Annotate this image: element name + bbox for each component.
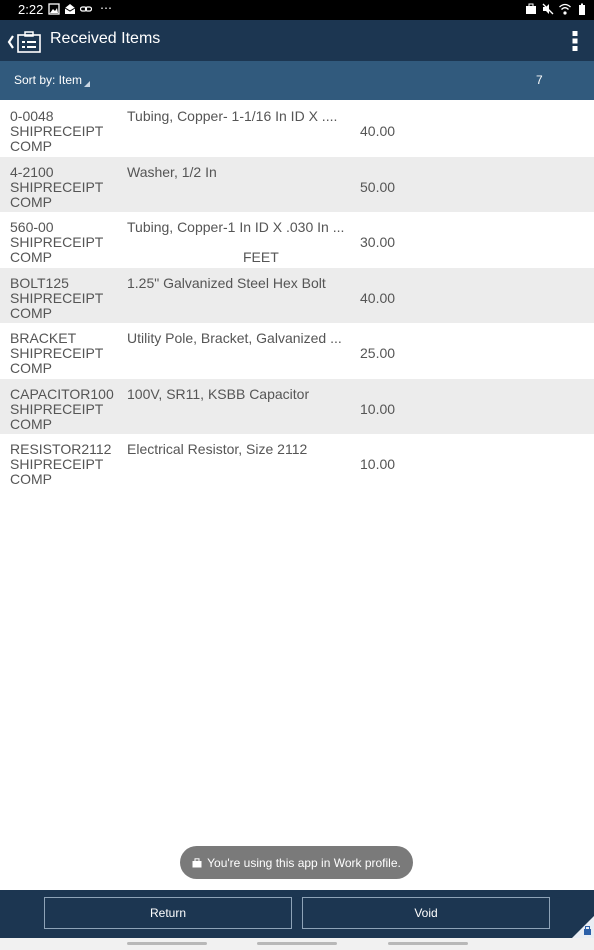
- item-cell: CAPACITOR100 SHIPRECEIPT COMP: [10, 385, 122, 432]
- item-quantity: 40.00: [360, 289, 396, 306]
- items-clipboard-icon: [17, 31, 41, 53]
- item-substatus: COMP: [10, 471, 52, 487]
- back-button[interactable]: [7, 30, 43, 54]
- item-quantity: 25.00: [360, 345, 396, 361]
- item-substatus: COMP: [10, 360, 52, 376]
- item-number: BOLT125: [10, 274, 69, 291]
- list-item[interactable]: RESISTOR2112 SHIPRECEIPT COMP Electrical…: [0, 434, 594, 490]
- item-cell: 560-00 SHIPRECEIPT COMP: [10, 220, 122, 265]
- item-count: 7: [536, 73, 543, 87]
- item-number: CAPACITOR100: [10, 385, 114, 402]
- return-button[interactable]: Return: [44, 897, 292, 929]
- mail-icon: [64, 4, 76, 14]
- status-left-icons: ⋯: [48, 1, 112, 15]
- item-cell: BRACKET SHIPRECEIPT COMP: [10, 331, 122, 376]
- corner-lock-icon: [572, 916, 594, 938]
- item-quantity: 10.00: [360, 400, 396, 417]
- list-item[interactable]: 560-00 SHIPRECEIPT COMP Tubing, Copper-1…: [0, 212, 594, 268]
- item-status: SHIPRECEIPT: [10, 289, 104, 306]
- system-nav-bar: [0, 938, 594, 950]
- back-chevron-icon: [7, 35, 14, 49]
- item-number: RESISTOR2112: [10, 441, 112, 457]
- toast-text: You're using this app in Work profile.: [207, 855, 401, 870]
- item-quantity: 30.00: [360, 234, 396, 250]
- list-item[interactable]: CAPACITOR100 SHIPRECEIPT COMP 100V, SR11…: [0, 378, 594, 434]
- gallery-icon: [48, 3, 60, 15]
- item-number: 4-2100: [10, 163, 54, 180]
- status-right-icons: [525, 3, 588, 15]
- item-number: 560-00: [10, 219, 54, 235]
- status-overflow: ⋯: [100, 1, 112, 15]
- item-status: SHIPRECEIPT: [10, 400, 104, 417]
- item-status: SHIPRECEIPT: [10, 345, 104, 361]
- item-status: SHIPRECEIPT: [10, 456, 104, 472]
- list-item[interactable]: 0-0048 SHIPRECEIPT COMP Tubing, Copper- …: [0, 101, 594, 157]
- briefcase-lock-icon: [192, 857, 202, 867]
- item-cell: RESISTOR2112 SHIPRECEIPT COMP: [10, 442, 122, 487]
- more-vert-icon[interactable]: [570, 30, 580, 52]
- nav-home-handle[interactable]: [257, 942, 337, 945]
- received-items-list: 0-0048 SHIPRECEIPT COMP Tubing, Copper- …: [0, 101, 594, 490]
- sort-by-button[interactable]: Sort by: Item: [14, 73, 91, 87]
- item-substatus: COMP: [10, 415, 52, 432]
- sort-by-label: Sort by: Item: [14, 73, 83, 87]
- item-substatus: COMP: [10, 249, 52, 265]
- item-description: 1.25" Galvanized Steel Hex Bolt: [127, 275, 326, 291]
- item-description: Tubing, Copper-1 In ID X .030 In ...: [127, 220, 345, 235]
- work-profile-icon: [526, 3, 536, 14]
- item-status: SHIPRECEIPT: [10, 234, 104, 250]
- item-uom: FEET: [243, 249, 279, 265]
- item-number: BRACKET: [10, 330, 77, 346]
- status-bar: 2:22 ⋯: [0, 0, 594, 20]
- nav-back-handle[interactable]: [388, 942, 468, 945]
- item-description: Tubing, Copper- 1-1/16 In ID X ....: [127, 109, 338, 124]
- item-description: 100V, SR11, KSBB Capacitor: [127, 386, 310, 402]
- item-quantity: 10.00: [360, 456, 396, 472]
- item-description: Utility Pole, Bracket, Galvanized ...: [127, 331, 342, 346]
- item-substatus: COMP: [10, 138, 52, 154]
- item-status: SHIPRECEIPT: [10, 123, 104, 139]
- sort-arrow-icon: [84, 81, 91, 87]
- action-bar: Return Void: [0, 890, 594, 938]
- item-cell: 0-0048 SHIPRECEIPT COMP: [10, 109, 122, 154]
- item-quantity: 50.00: [360, 178, 396, 195]
- item-number: 0-0048: [10, 108, 54, 124]
- battery-icon: [579, 3, 585, 15]
- link-icon: [80, 6, 92, 12]
- app-header: Received Items: [0, 20, 594, 61]
- void-button[interactable]: Void: [302, 897, 550, 929]
- list-item[interactable]: BOLT125 SHIPRECEIPT COMP 1.25" Galvanize…: [0, 267, 594, 323]
- list-item[interactable]: 4-2100 SHIPRECEIPT COMP Washer, 1/2 In 5…: [0, 156, 594, 212]
- list-item[interactable]: BRACKET SHIPRECEIPT COMP Utility Pole, B…: [0, 323, 594, 379]
- sort-bar: Sort by: Item 7: [0, 61, 594, 100]
- mute-icon: [542, 3, 554, 15]
- nav-recents-handle[interactable]: [127, 942, 207, 945]
- wifi-icon: [559, 3, 571, 15]
- work-profile-toast: You're using this app in Work profile.: [180, 846, 413, 879]
- item-substatus: COMP: [10, 304, 52, 321]
- item-quantity: 40.00: [360, 123, 396, 139]
- status-time: 2:22: [18, 2, 44, 17]
- item-cell: BOLT125 SHIPRECEIPT COMP: [10, 274, 122, 321]
- item-status: SHIPRECEIPT: [10, 178, 104, 195]
- item-description: Washer, 1/2 In: [127, 164, 217, 180]
- item-substatus: COMP: [10, 193, 52, 210]
- page-title: Received Items: [50, 30, 161, 47]
- item-cell: 4-2100 SHIPRECEIPT COMP: [10, 163, 122, 210]
- item-description: Electrical Resistor, Size 2112: [127, 442, 308, 457]
